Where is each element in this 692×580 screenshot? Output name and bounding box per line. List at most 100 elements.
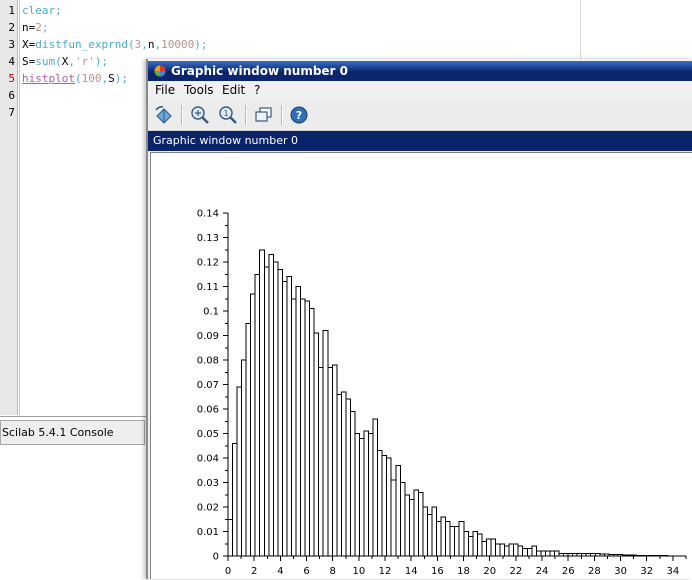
histogram-bar <box>278 269 283 556</box>
histogram-bar <box>527 549 532 556</box>
x-tick-label: 16 <box>431 566 444 577</box>
histogram-bar <box>455 527 460 556</box>
y-tick-label: 0.11 <box>197 282 219 293</box>
histogram-bar <box>346 399 351 556</box>
histogram-bar <box>536 551 541 556</box>
histogram-bar <box>518 546 523 556</box>
y-tick-label: 0.04 <box>197 454 219 465</box>
toolbar-separator <box>181 105 183 125</box>
histogram-bar <box>446 522 451 556</box>
x-tick-label: 0 <box>225 566 231 577</box>
histogram-bar <box>264 267 269 556</box>
x-tick-label: 2 <box>251 566 257 577</box>
toolbar-separator <box>281 105 283 125</box>
histogram-bar <box>228 519 233 556</box>
code-token: 10000 <box>161 38 194 51</box>
histogram-bar <box>505 546 510 556</box>
plot-canvas[interactable]: 00.010.020.030.040.050.060.070.080.090.1… <box>150 152 692 579</box>
line-number: 5 <box>0 71 15 87</box>
help-icon[interactable]: ? <box>288 104 310 126</box>
code-token: ); <box>194 38 207 51</box>
console-title[interactable]: Scilab 5.4.1 Console <box>0 420 145 445</box>
histogram-bar <box>541 551 546 556</box>
histogram-bar <box>319 367 324 556</box>
histogram-bar <box>260 250 265 556</box>
code-token: S <box>108 72 115 85</box>
histogram-bar <box>359 438 364 556</box>
x-tick-label: 12 <box>379 566 392 577</box>
code-token: ; <box>42 21 49 34</box>
line-number: 7 <box>0 105 15 121</box>
svg-text:?: ? <box>296 109 302 122</box>
menu-help[interactable]: ? <box>254 83 260 98</box>
histogram-bar <box>373 419 378 556</box>
histogram-bar <box>523 549 528 556</box>
histogram-bar <box>486 539 491 556</box>
histogram-bar <box>418 492 423 556</box>
menu-edit[interactable]: Edit <box>222 83 245 98</box>
menu-tools[interactable]: Tools <box>184 83 214 98</box>
histogram-bar <box>291 299 296 556</box>
histogram-bar <box>242 360 247 556</box>
histogram-bar <box>468 536 473 556</box>
histogram-bar <box>414 490 419 556</box>
x-tick-label: 22 <box>510 566 523 577</box>
histogram-bar <box>273 262 278 556</box>
histogram-bar <box>509 544 514 556</box>
menu-file[interactable]: File <box>155 83 175 98</box>
x-tick-label: 20 <box>483 566 496 577</box>
x-tick-label: 26 <box>562 566 575 577</box>
toolbar: 1 ? <box>148 100 692 131</box>
code-token: distfun_exprnd <box>35 38 128 51</box>
histogram-bar <box>282 282 287 556</box>
line-number: 3 <box>0 37 15 53</box>
histogram-bar <box>355 434 360 557</box>
histogram-bar <box>287 277 292 556</box>
histogram-bar <box>464 532 469 557</box>
histogram-bar <box>369 434 374 557</box>
histogram-bar <box>432 507 437 556</box>
code-line[interactable]: n=2; <box>22 20 49 36</box>
code-token: ( <box>75 72 82 85</box>
graphic-window-titlebar[interactable]: Graphic window number 0 <box>148 61 692 81</box>
histogram-bar <box>450 527 455 556</box>
histogram-bar <box>233 443 238 556</box>
y-tick-label: 0.08 <box>197 356 219 367</box>
code-line[interactable]: clear; <box>22 3 62 19</box>
histogram-bar <box>482 541 487 556</box>
histogram-bar <box>554 551 559 556</box>
code-token: X <box>22 38 29 51</box>
code-token: ; <box>55 4 62 17</box>
histogram-bar <box>545 551 550 556</box>
code-line[interactable]: X=distfun_exprnd(3,n,10000); <box>22 37 207 53</box>
histogram-bar <box>491 539 496 556</box>
histogram-bar <box>296 287 301 557</box>
histogram-bar <box>514 544 519 556</box>
code-token: , <box>68 55 75 68</box>
line-number: 1 <box>0 3 15 19</box>
code-line[interactable]: S=sum(X,'r'); <box>22 54 108 70</box>
svg-text:1: 1 <box>223 109 228 118</box>
toolbar-separator <box>245 105 247 125</box>
histogram-bar <box>255 274 260 556</box>
y-tick-label: 0.14 <box>197 209 219 220</box>
histogram-bar <box>477 534 482 556</box>
histogram-bar <box>473 532 478 557</box>
code-token: 'r' <box>75 55 95 68</box>
zoom-in-icon[interactable] <box>189 104 211 126</box>
histogram-bar <box>310 309 315 556</box>
y-tick-label: 0 <box>213 552 219 563</box>
zoom-out-icon[interactable]: 1 <box>217 104 239 126</box>
code-line[interactable]: histplot(100,S); <box>22 71 128 87</box>
graphic-window[interactable]: Graphic window number 0 File Tools Edit … <box>146 59 692 579</box>
line-number: 6 <box>0 88 15 104</box>
x-tick-label: 18 <box>457 566 470 577</box>
histogram-bar <box>314 333 319 556</box>
rotate-icon[interactable] <box>153 104 175 126</box>
histogram-bar <box>428 514 433 556</box>
datatip-icon[interactable] <box>253 104 275 126</box>
histogram-bar <box>391 480 396 556</box>
code-token: 2 <box>35 21 42 34</box>
histogram-bar <box>459 522 464 556</box>
code-token: n <box>22 21 29 34</box>
